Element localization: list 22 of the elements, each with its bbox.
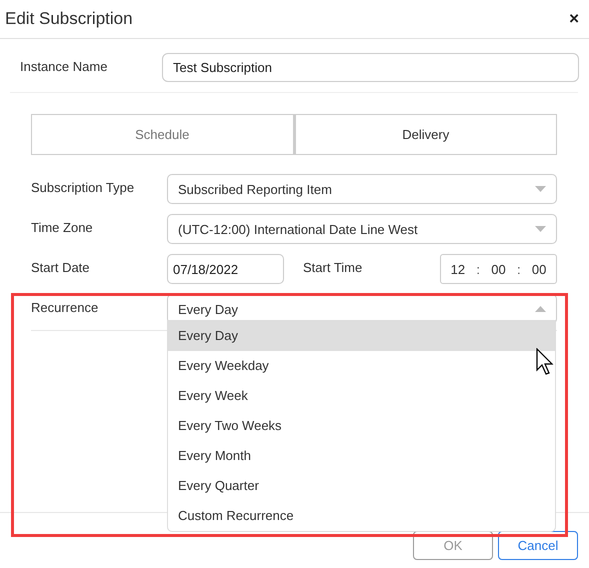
time-field[interactable]: 12 : 00 : 00 [440,254,557,284]
tab[interactable]: Delivery [294,114,557,155]
dropdown-option[interactable]: Every Month [168,441,555,471]
dropdown-option[interactable]: Custom Recurrence [168,501,555,531]
dropdown-field[interactable]: (UTC-12:00) International Date Line West [167,214,557,244]
field-label: Recurrence [31,300,100,314]
field-label: Start Time [303,260,362,274]
dropdown-field[interactable]: Subscribed Reporting Item [167,174,557,204]
dropdown-option[interactable]: Every Quarter [168,471,555,501]
dropdown-option[interactable]: Every Week [168,381,555,411]
tab[interactable]: Schedule [31,114,294,155]
instance-name-field[interactable]: Test Subscription [162,53,579,82]
field-label: Subscription Type [31,180,136,194]
close-button[interactable]: × [569,9,579,29]
date-field[interactable]: 07/18/2022 [167,254,284,284]
dropdown-option[interactable]: Every Day [168,321,555,351]
dropdown-option[interactable]: Every Two Weeks [168,411,555,441]
field-label: Instance Name [20,59,108,74]
field-label: Time Zone [31,220,94,234]
field-label: Start Date [31,260,91,274]
dialog-title: Edit Subscription [5,9,133,29]
dropdown-option[interactable]: Every Weekday [168,351,555,381]
